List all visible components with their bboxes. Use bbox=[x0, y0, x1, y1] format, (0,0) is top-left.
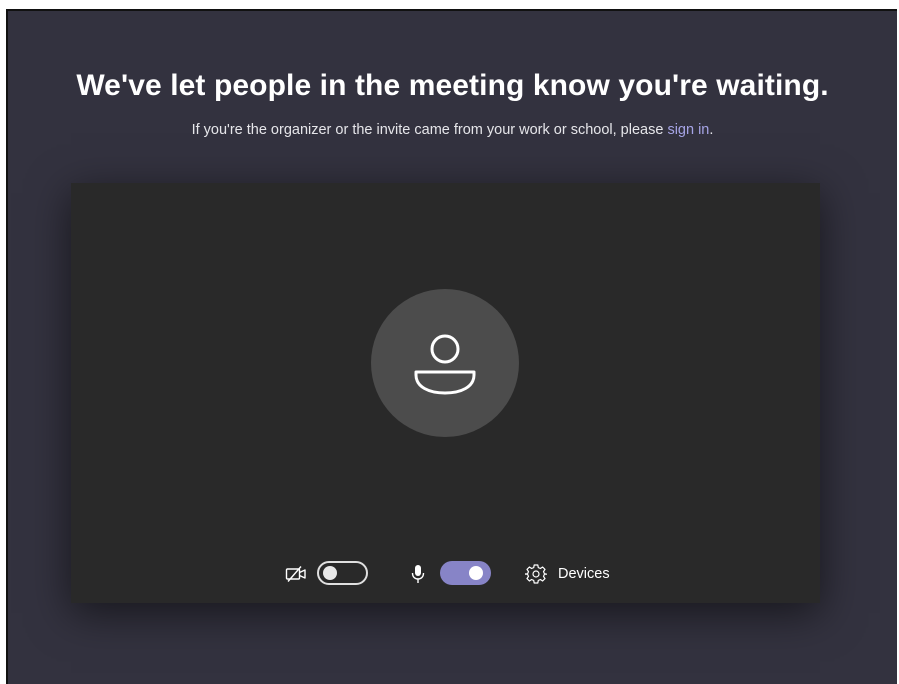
device-controls: Devices bbox=[71, 559, 820, 589]
gear-icon[interactable] bbox=[525, 563, 547, 585]
meeting-lobby-window: We've let people in the meeting know you… bbox=[6, 9, 897, 684]
devices-button[interactable]: Devices bbox=[558, 566, 610, 582]
person-icon bbox=[414, 334, 476, 395]
camera-toggle[interactable] bbox=[317, 561, 368, 585]
page-title: We've let people in the meeting know you… bbox=[76, 69, 829, 102]
microphone-toggle[interactable] bbox=[440, 561, 491, 585]
signin-prompt: If you're the organizer or the invite ca… bbox=[8, 122, 897, 138]
camera-toggle-knob bbox=[323, 566, 337, 580]
signin-prompt-text: If you're the organizer or the invite ca… bbox=[191, 122, 668, 138]
signin-prompt-suffix: . bbox=[709, 122, 714, 138]
sign-in-link[interactable]: sign in bbox=[667, 122, 709, 138]
video-preview: Devices bbox=[71, 183, 820, 603]
microphone-icon bbox=[411, 565, 425, 583]
camera-off-icon bbox=[285, 566, 306, 582]
microphone-toggle-knob bbox=[469, 566, 483, 580]
avatar bbox=[371, 289, 519, 437]
